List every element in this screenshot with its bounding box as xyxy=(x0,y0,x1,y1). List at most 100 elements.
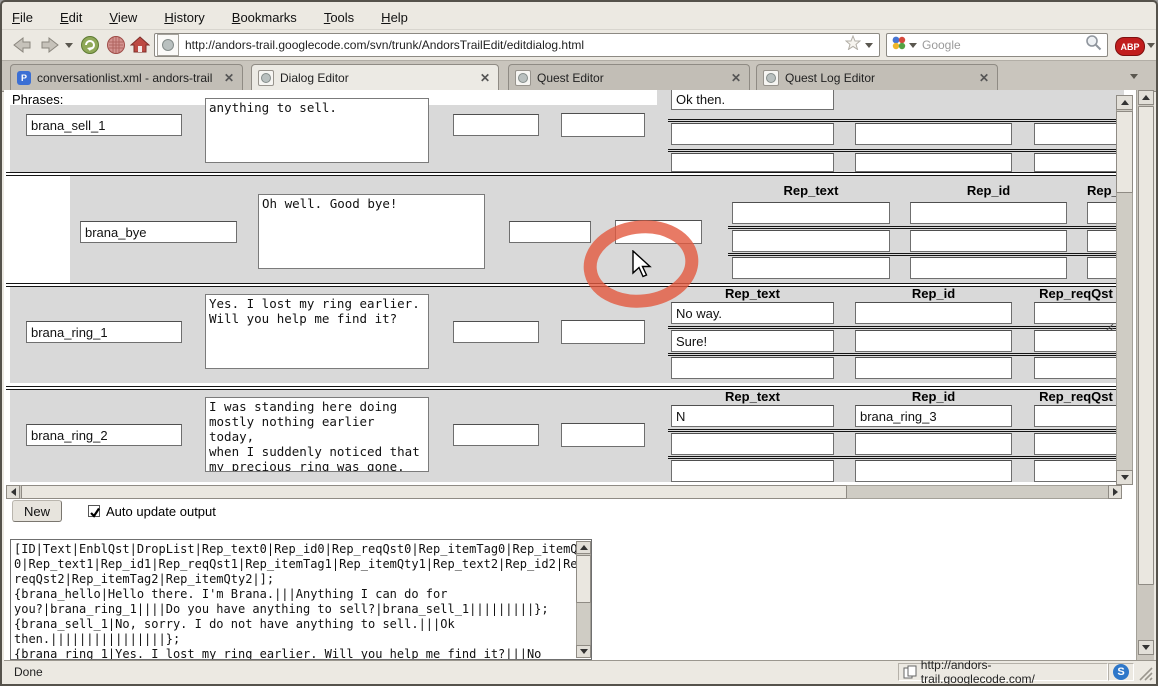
reply-text-input[interactable] xyxy=(732,257,890,279)
menu-edit[interactable]: Edit xyxy=(60,10,82,25)
forward-icon[interactable] xyxy=(38,33,62,57)
phrase-droplist-input[interactable] xyxy=(615,220,702,244)
list-all-tabs-icon[interactable] xyxy=(1130,74,1138,79)
reply-text-input[interactable] xyxy=(732,202,890,224)
auto-update-checkbox[interactable] xyxy=(88,505,100,517)
reload-icon[interactable] xyxy=(78,33,102,57)
scroll-up-icon[interactable] xyxy=(576,541,591,554)
tab-close-icon[interactable]: ✕ xyxy=(977,71,991,85)
scroll-down-icon[interactable] xyxy=(1138,640,1154,655)
reply-text-input[interactable] xyxy=(671,330,834,352)
adblock-icon[interactable]: ABP xyxy=(1115,37,1145,56)
scroll-left-icon[interactable] xyxy=(6,485,20,499)
reply-text-input[interactable] xyxy=(671,405,834,427)
menu-history[interactable]: History xyxy=(164,10,204,25)
phrase-droplist-input[interactable] xyxy=(561,320,645,344)
window-vscroll-thumb[interactable] xyxy=(1138,106,1154,585)
reply-id-input[interactable] xyxy=(855,330,1012,352)
bookmark-star-icon[interactable] xyxy=(845,35,861,55)
reply-text-input[interactable] xyxy=(732,230,890,252)
reply-reqqst-input[interactable] xyxy=(1034,433,1118,455)
phrase-enblqst-input[interactable] xyxy=(509,221,591,243)
stop-icon[interactable] xyxy=(104,33,128,57)
reply-id-input[interactable] xyxy=(855,433,1012,455)
address-bar[interactable] xyxy=(154,33,880,57)
history-dropdown-icon[interactable] xyxy=(62,33,76,57)
phrase-text-area[interactable]: I was standing here doing mostly nothing… xyxy=(205,397,429,472)
phrase-enblqst-input[interactable] xyxy=(453,321,539,343)
phrase-id-input[interactable] xyxy=(80,221,237,243)
urlbar-dropdown-icon[interactable] xyxy=(865,43,873,48)
reply-reqqst-input[interactable] xyxy=(1034,123,1118,145)
tab-dialog-editor[interactable]: Dialog Editor ✕ xyxy=(251,64,499,90)
reply-text-input[interactable] xyxy=(671,153,834,172)
phrases-hscroll-thumb[interactable] xyxy=(21,485,847,499)
reply-id-input[interactable] xyxy=(910,257,1067,279)
search-placeholder[interactable]: Google xyxy=(922,38,1085,52)
reply-id-input[interactable] xyxy=(855,357,1012,379)
menu-bar: File Edit View History Bookmarks Tools H… xyxy=(2,5,1158,29)
reply-text-input[interactable] xyxy=(671,302,834,324)
reply-reqqst-input[interactable] xyxy=(1034,405,1118,427)
phrase-text-area[interactable]: Oh well. Good bye! xyxy=(258,194,485,269)
tab-close-icon[interactable]: ✕ xyxy=(478,71,492,85)
search-engine-dropdown-icon[interactable] xyxy=(909,43,917,48)
tab-close-icon[interactable]: ✕ xyxy=(729,71,743,85)
phrase-droplist-input[interactable] xyxy=(561,423,645,447)
reply-reqqst-input[interactable] xyxy=(1034,460,1118,482)
output-vscroll-thumb[interactable] xyxy=(576,555,591,603)
reply-reqqst-input[interactable] xyxy=(1034,330,1118,352)
adblock-dropdown-icon[interactable] xyxy=(1147,43,1155,48)
menu-view[interactable]: View xyxy=(109,10,137,25)
reply-id-input[interactable] xyxy=(855,123,1012,145)
tab-quest-log-editor[interactable]: Quest Log Editor ✕ xyxy=(756,64,998,90)
menu-bookmarks[interactable]: Bookmarks xyxy=(232,10,297,25)
reply-text-input[interactable] xyxy=(671,90,834,110)
search-go-icon[interactable] xyxy=(1085,34,1102,56)
reply-id-input[interactable] xyxy=(855,405,1012,427)
phrase-text-area[interactable]: anything to sell. xyxy=(205,98,429,163)
page-favicon xyxy=(258,70,274,86)
search-box[interactable]: Google xyxy=(886,33,1108,57)
scroll-down-icon[interactable] xyxy=(1116,470,1133,485)
reply-id-input[interactable] xyxy=(855,302,1012,324)
reply-text-input[interactable] xyxy=(671,433,834,455)
skype-extension-icon[interactable]: S xyxy=(1108,663,1134,681)
phrase-enblqst-input[interactable] xyxy=(453,114,539,136)
tab-quest-editor[interactable]: Quest Editor ✕ xyxy=(508,64,750,90)
home-icon[interactable] xyxy=(128,33,152,57)
phrase-enblqst-input[interactable] xyxy=(453,424,539,446)
reply-id-input[interactable] xyxy=(910,230,1067,252)
phrase-text-area[interactable]: Yes. I lost my ring earlier. Will you he… xyxy=(205,294,429,369)
tab-conversationlist[interactable]: P conversationlist.xml - andors-trail - … xyxy=(10,64,243,90)
reply-id-input[interactable] xyxy=(910,202,1067,224)
scroll-down-icon[interactable] xyxy=(576,645,591,658)
scroll-right-icon[interactable] xyxy=(1108,485,1122,499)
menu-help[interactable]: Help xyxy=(381,10,408,25)
phrase-droplist-input[interactable] xyxy=(561,113,645,137)
reply-text-input[interactable] xyxy=(671,460,834,482)
search-engine-icon[interactable] xyxy=(891,35,906,55)
phrases-vscroll-thumb[interactable] xyxy=(1116,111,1133,193)
phrase-id-input[interactable] xyxy=(26,321,182,343)
reply-reqqst-input[interactable] xyxy=(1034,153,1118,172)
reply-reqqst-input[interactable] xyxy=(1034,302,1118,324)
reply-id-input[interactable] xyxy=(855,153,1012,172)
back-icon[interactable] xyxy=(10,33,34,57)
phrase-id-input[interactable] xyxy=(26,114,182,136)
scroll-up-icon[interactable] xyxy=(1116,95,1133,110)
reply-reqqst-input[interactable] xyxy=(1034,357,1118,379)
reply-text-input[interactable] xyxy=(671,123,834,145)
new-phrase-button[interactable]: New xyxy=(12,500,62,522)
menu-file[interactable]: File xyxy=(12,10,33,25)
url-input[interactable] xyxy=(179,37,845,53)
window-vscrollbar[interactable] xyxy=(1136,90,1154,660)
tab-close-icon[interactable]: ✕ xyxy=(222,71,236,85)
scroll-up-icon[interactable] xyxy=(1138,90,1154,105)
window-resize-grip[interactable] xyxy=(1134,662,1154,682)
reply-id-input[interactable] xyxy=(855,460,1012,482)
output-textarea[interactable]: [ID|Text|EnblQst|DropList|Rep_text0|Rep_… xyxy=(10,539,592,660)
reply-text-input[interactable] xyxy=(671,357,834,379)
menu-tools[interactable]: Tools xyxy=(324,10,354,25)
phrase-id-input[interactable] xyxy=(26,424,182,446)
